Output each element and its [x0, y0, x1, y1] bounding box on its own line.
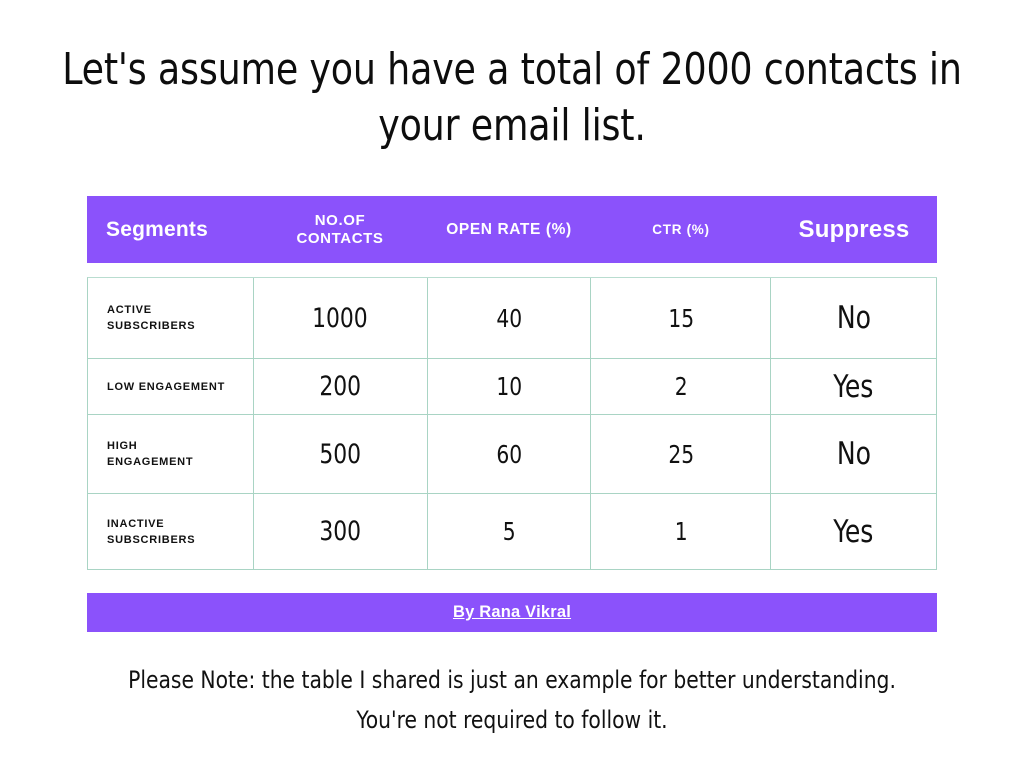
- cell-ctr: 1: [591, 494, 772, 569]
- cell-suppress: No: [771, 278, 938, 358]
- author-credit-link[interactable]: By Rana Vikral: [453, 603, 571, 622]
- segments-table: Segments NO.OF CONTACTS OPEN RATE (%) CT…: [87, 196, 938, 570]
- cell-contacts: 1000: [254, 278, 428, 358]
- cell-open-rate: 5: [428, 494, 592, 569]
- column-header-open-rate: OPEN RATE (%): [427, 196, 591, 263]
- contacts-value: 1000: [312, 302, 369, 334]
- cell-contacts: 300: [254, 494, 428, 569]
- column-header-segments-label: Segments: [106, 217, 208, 241]
- cell-suppress: Yes: [771, 359, 938, 414]
- table-row: ACTIVE SUBSCRIBERS 1000 40 15 No: [88, 278, 938, 359]
- cell-open-rate: 60: [428, 415, 592, 493]
- cell-ctr: 25: [591, 415, 772, 493]
- suppress-value: No: [836, 300, 871, 336]
- open-rate-value: 40: [496, 303, 522, 333]
- suppress-value: No: [836, 436, 871, 472]
- footnote-text: Please Note: the table I shared is just …: [128, 666, 896, 734]
- contacts-value: 300: [319, 516, 362, 547]
- segment-label: INACTIVE SUBSCRIBERS: [107, 517, 196, 546]
- contacts-value: 200: [319, 371, 362, 402]
- column-header-contacts: NO.OF CONTACTS: [253, 196, 427, 263]
- cell-segment: HIGH ENGAGEMENT: [88, 415, 254, 493]
- credit-bar: By Rana Vikral: [87, 593, 937, 632]
- page-title: Let's assume you have a total of 2000 co…: [62, 44, 962, 151]
- suppress-value: Yes: [833, 368, 874, 405]
- cell-segment: LOW ENGAGEMENT: [88, 359, 254, 414]
- table-row: HIGH ENGAGEMENT 500 60 25 No: [88, 415, 938, 494]
- table-row: LOW ENGAGEMENT 200 10 2 Yes: [88, 359, 938, 415]
- open-rate-value: 10: [496, 372, 522, 401]
- cell-ctr: 2: [591, 359, 772, 414]
- column-header-segments: Segments: [87, 196, 253, 263]
- table-body: ACTIVE SUBSCRIBERS 1000 40 15 No LOW ENG…: [87, 277, 938, 570]
- segment-label: ACTIVE SUBSCRIBERS: [107, 304, 196, 332]
- column-header-contacts-label: NO.OF CONTACTS: [296, 211, 384, 247]
- table-header-row: Segments NO.OF CONTACTS OPEN RATE (%) CT…: [87, 196, 937, 263]
- column-header-ctr: CTR (%): [591, 196, 771, 263]
- table-row: INACTIVE SUBSCRIBERS 300 5 1 Yes: [88, 494, 938, 570]
- ctr-value: 25: [667, 439, 694, 469]
- column-header-suppress: Suppress: [771, 196, 937, 263]
- contacts-value: 500: [319, 438, 362, 470]
- column-header-ctr-label: CTR (%): [652, 222, 710, 237]
- cell-open-rate: 40: [428, 278, 592, 358]
- suppress-value: Yes: [833, 513, 874, 550]
- segment-label: HIGH ENGAGEMENT: [107, 440, 194, 468]
- cell-contacts: 200: [254, 359, 428, 414]
- open-rate-value: 60: [496, 439, 522, 469]
- open-rate-value: 5: [502, 517, 516, 546]
- cell-segment: INACTIVE SUBSCRIBERS: [88, 494, 254, 569]
- cell-contacts: 500: [254, 415, 428, 493]
- cell-open-rate: 10: [428, 359, 592, 414]
- cell-segment: ACTIVE SUBSCRIBERS: [88, 278, 254, 358]
- ctr-value: 15: [667, 303, 694, 333]
- segment-label: LOW ENGAGEMENT: [107, 380, 226, 393]
- ctr-value: 1: [674, 517, 688, 546]
- ctr-value: 2: [674, 372, 688, 401]
- column-header-suppress-label: Suppress: [798, 215, 910, 243]
- cell-suppress: Yes: [771, 494, 938, 569]
- cell-ctr: 15: [591, 278, 772, 358]
- column-header-open-rate-label: OPEN RATE (%): [446, 220, 572, 238]
- cell-suppress: No: [771, 415, 938, 493]
